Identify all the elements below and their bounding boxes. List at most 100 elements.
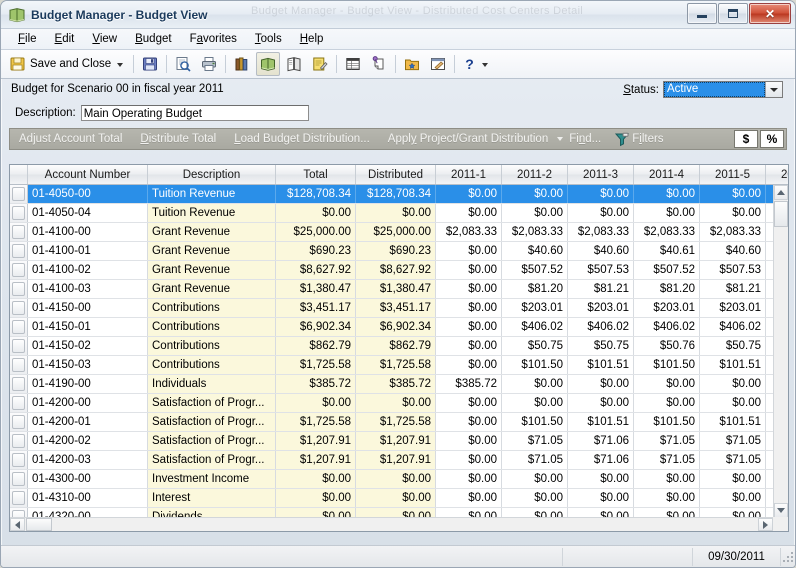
table-row[interactable]: 01-4150-02Contributions$862.79$862.79$0.… [10,337,788,356]
status-dropdown[interactable]: Active [663,81,783,98]
table-cell[interactable]: $101.51 [700,356,766,374]
table-cell[interactable]: $50.75 [502,337,568,355]
vertical-scrollbar[interactable] [773,185,788,518]
table-cell[interactable]: $507.52 [634,261,700,279]
percent-mode-button[interactable]: % [760,130,784,148]
row-select-button[interactable] [10,432,28,450]
table-cell[interactable]: $1,207.91 [276,451,356,469]
table-cell[interactable]: Tuition Revenue [148,204,276,222]
table-cell[interactable]: $0.00 [436,432,502,450]
table-row[interactable]: 01-4050-04Tuition Revenue$0.00$0.00$0.00… [10,204,788,223]
edit-window-button[interactable] [426,52,450,76]
menu-edit[interactable]: Edit [46,31,84,47]
table-cell[interactable]: $101.51 [568,413,634,431]
table-cell[interactable]: $0.00 [634,394,700,412]
table-cell[interactable]: $406.02 [502,318,568,336]
column-header[interactable]: Total [276,165,356,184]
table-cell[interactable]: $203.01 [502,299,568,317]
table-cell[interactable]: $0.00 [436,451,502,469]
table-row[interactable]: 01-4050-00Tuition Revenue$128,708.34$128… [10,185,788,204]
table-row[interactable]: 01-4150-00Contributions$3,451.17$3,451.1… [10,299,788,318]
row-select-button[interactable] [10,470,28,488]
books-button[interactable] [230,52,254,76]
print-preview-button[interactable] [171,52,195,76]
table-cell[interactable]: $0.00 [568,470,634,488]
table-cell[interactable]: Contributions [148,318,276,336]
favorites-folder-button[interactable] [400,52,424,76]
row-select-button[interactable] [10,280,28,298]
table-cell[interactable]: $0.00 [502,375,568,393]
table-cell[interactable]: $385.72 [276,375,356,393]
row-select-button[interactable] [10,185,28,203]
table-cell[interactable]: $406.02 [700,318,766,336]
table-cell[interactable]: $1,380.47 [356,280,436,298]
table-cell[interactable]: $1,207.91 [276,432,356,450]
table-cell[interactable]: $128,708.34 [276,185,356,203]
table-cell[interactable]: $406.02 [568,318,634,336]
table-cell[interactable]: $40.61 [634,242,700,260]
table-cell[interactable]: 01-4050-00 [28,185,148,203]
table-cell[interactable]: $6,902.34 [276,318,356,336]
filters-button[interactable]: Filters [632,133,672,145]
table-cell[interactable]: 01-4100-02 [28,261,148,279]
adjust-account-total-button[interactable]: Adjust Account Total [10,133,131,145]
table-cell[interactable]: $0.00 [436,185,502,203]
table-cell[interactable]: $1,725.58 [276,356,356,374]
table-cell[interactable]: $71.05 [700,432,766,450]
table-cell[interactable]: $0.00 [436,280,502,298]
table-cell[interactable]: $0.00 [700,470,766,488]
table-row[interactable]: 01-4310-00Interest$0.00$0.00$0.00$0.00$0… [10,489,788,508]
table-row[interactable]: 01-4300-00Investment Income$0.00$0.00$0.… [10,470,788,489]
scroll-right-button[interactable] [758,518,773,531]
find-button[interactable]: Find... [569,133,610,145]
maximize-button[interactable] [718,3,748,24]
table-cell[interactable]: 01-4300-00 [28,470,148,488]
table-cell[interactable]: $8,627.92 [276,261,356,279]
table-cell[interactable]: $101.51 [568,356,634,374]
row-select-button[interactable] [10,394,28,412]
table-cell[interactable]: $0.00 [356,394,436,412]
table-cell[interactable]: $0.00 [436,394,502,412]
table-cell[interactable]: $71.05 [700,451,766,469]
table-cell[interactable]: $0.00 [436,489,502,507]
table-cell[interactable]: $0.00 [502,470,568,488]
table-cell[interactable]: $385.72 [356,375,436,393]
table-cell[interactable]: $128,708.34 [356,185,436,203]
table-cell[interactable]: $690.23 [276,242,356,260]
table-cell[interactable]: $0.00 [356,204,436,222]
column-header[interactable]: Distributed [356,165,436,184]
table-cell[interactable]: $3,451.17 [356,299,436,317]
table-cell[interactable]: $0.00 [700,204,766,222]
row-select-button[interactable] [10,375,28,393]
resize-grip-icon[interactable] [781,548,796,566]
table-cell[interactable]: $0.00 [502,204,568,222]
table-cell[interactable]: $71.06 [568,451,634,469]
table-cell[interactable]: $1,725.58 [356,413,436,431]
table-cell[interactable]: $385.72 [436,375,502,393]
scroll-down-button[interactable] [774,503,788,518]
table-cell[interactable]: Contributions [148,337,276,355]
table-cell[interactable]: 01-4050-04 [28,204,148,222]
table-cell[interactable]: 01-4150-03 [28,356,148,374]
table-cell[interactable]: Satisfaction of Progr... [148,432,276,450]
row-select-button[interactable] [10,413,28,431]
table-cell[interactable]: $0.00 [502,394,568,412]
row-select-button[interactable] [10,356,28,374]
table-cell[interactable]: 01-4310-00 [28,489,148,507]
row-select-button[interactable] [10,318,28,336]
menu-favorites[interactable]: Favorites [181,31,246,47]
table-cell[interactable]: $862.79 [356,337,436,355]
table-cell[interactable]: $0.00 [634,375,700,393]
row-select-button[interactable] [10,261,28,279]
table-cell[interactable]: $406.02 [634,318,700,336]
table-cell[interactable]: $0.00 [436,204,502,222]
table-cell[interactable]: Satisfaction of Progr... [148,394,276,412]
table-cell[interactable]: Grant Revenue [148,242,276,260]
minimize-button[interactable] [687,3,717,24]
help-button[interactable]: ? [459,52,494,76]
horizontal-scrollbar[interactable] [10,517,773,531]
scroll-up-button[interactable] [774,185,788,200]
table-row[interactable]: 01-4100-01Grant Revenue$690.23$690.23$0.… [10,242,788,261]
table-cell[interactable]: Individuals [148,375,276,393]
table-cell[interactable]: $40.60 [502,242,568,260]
